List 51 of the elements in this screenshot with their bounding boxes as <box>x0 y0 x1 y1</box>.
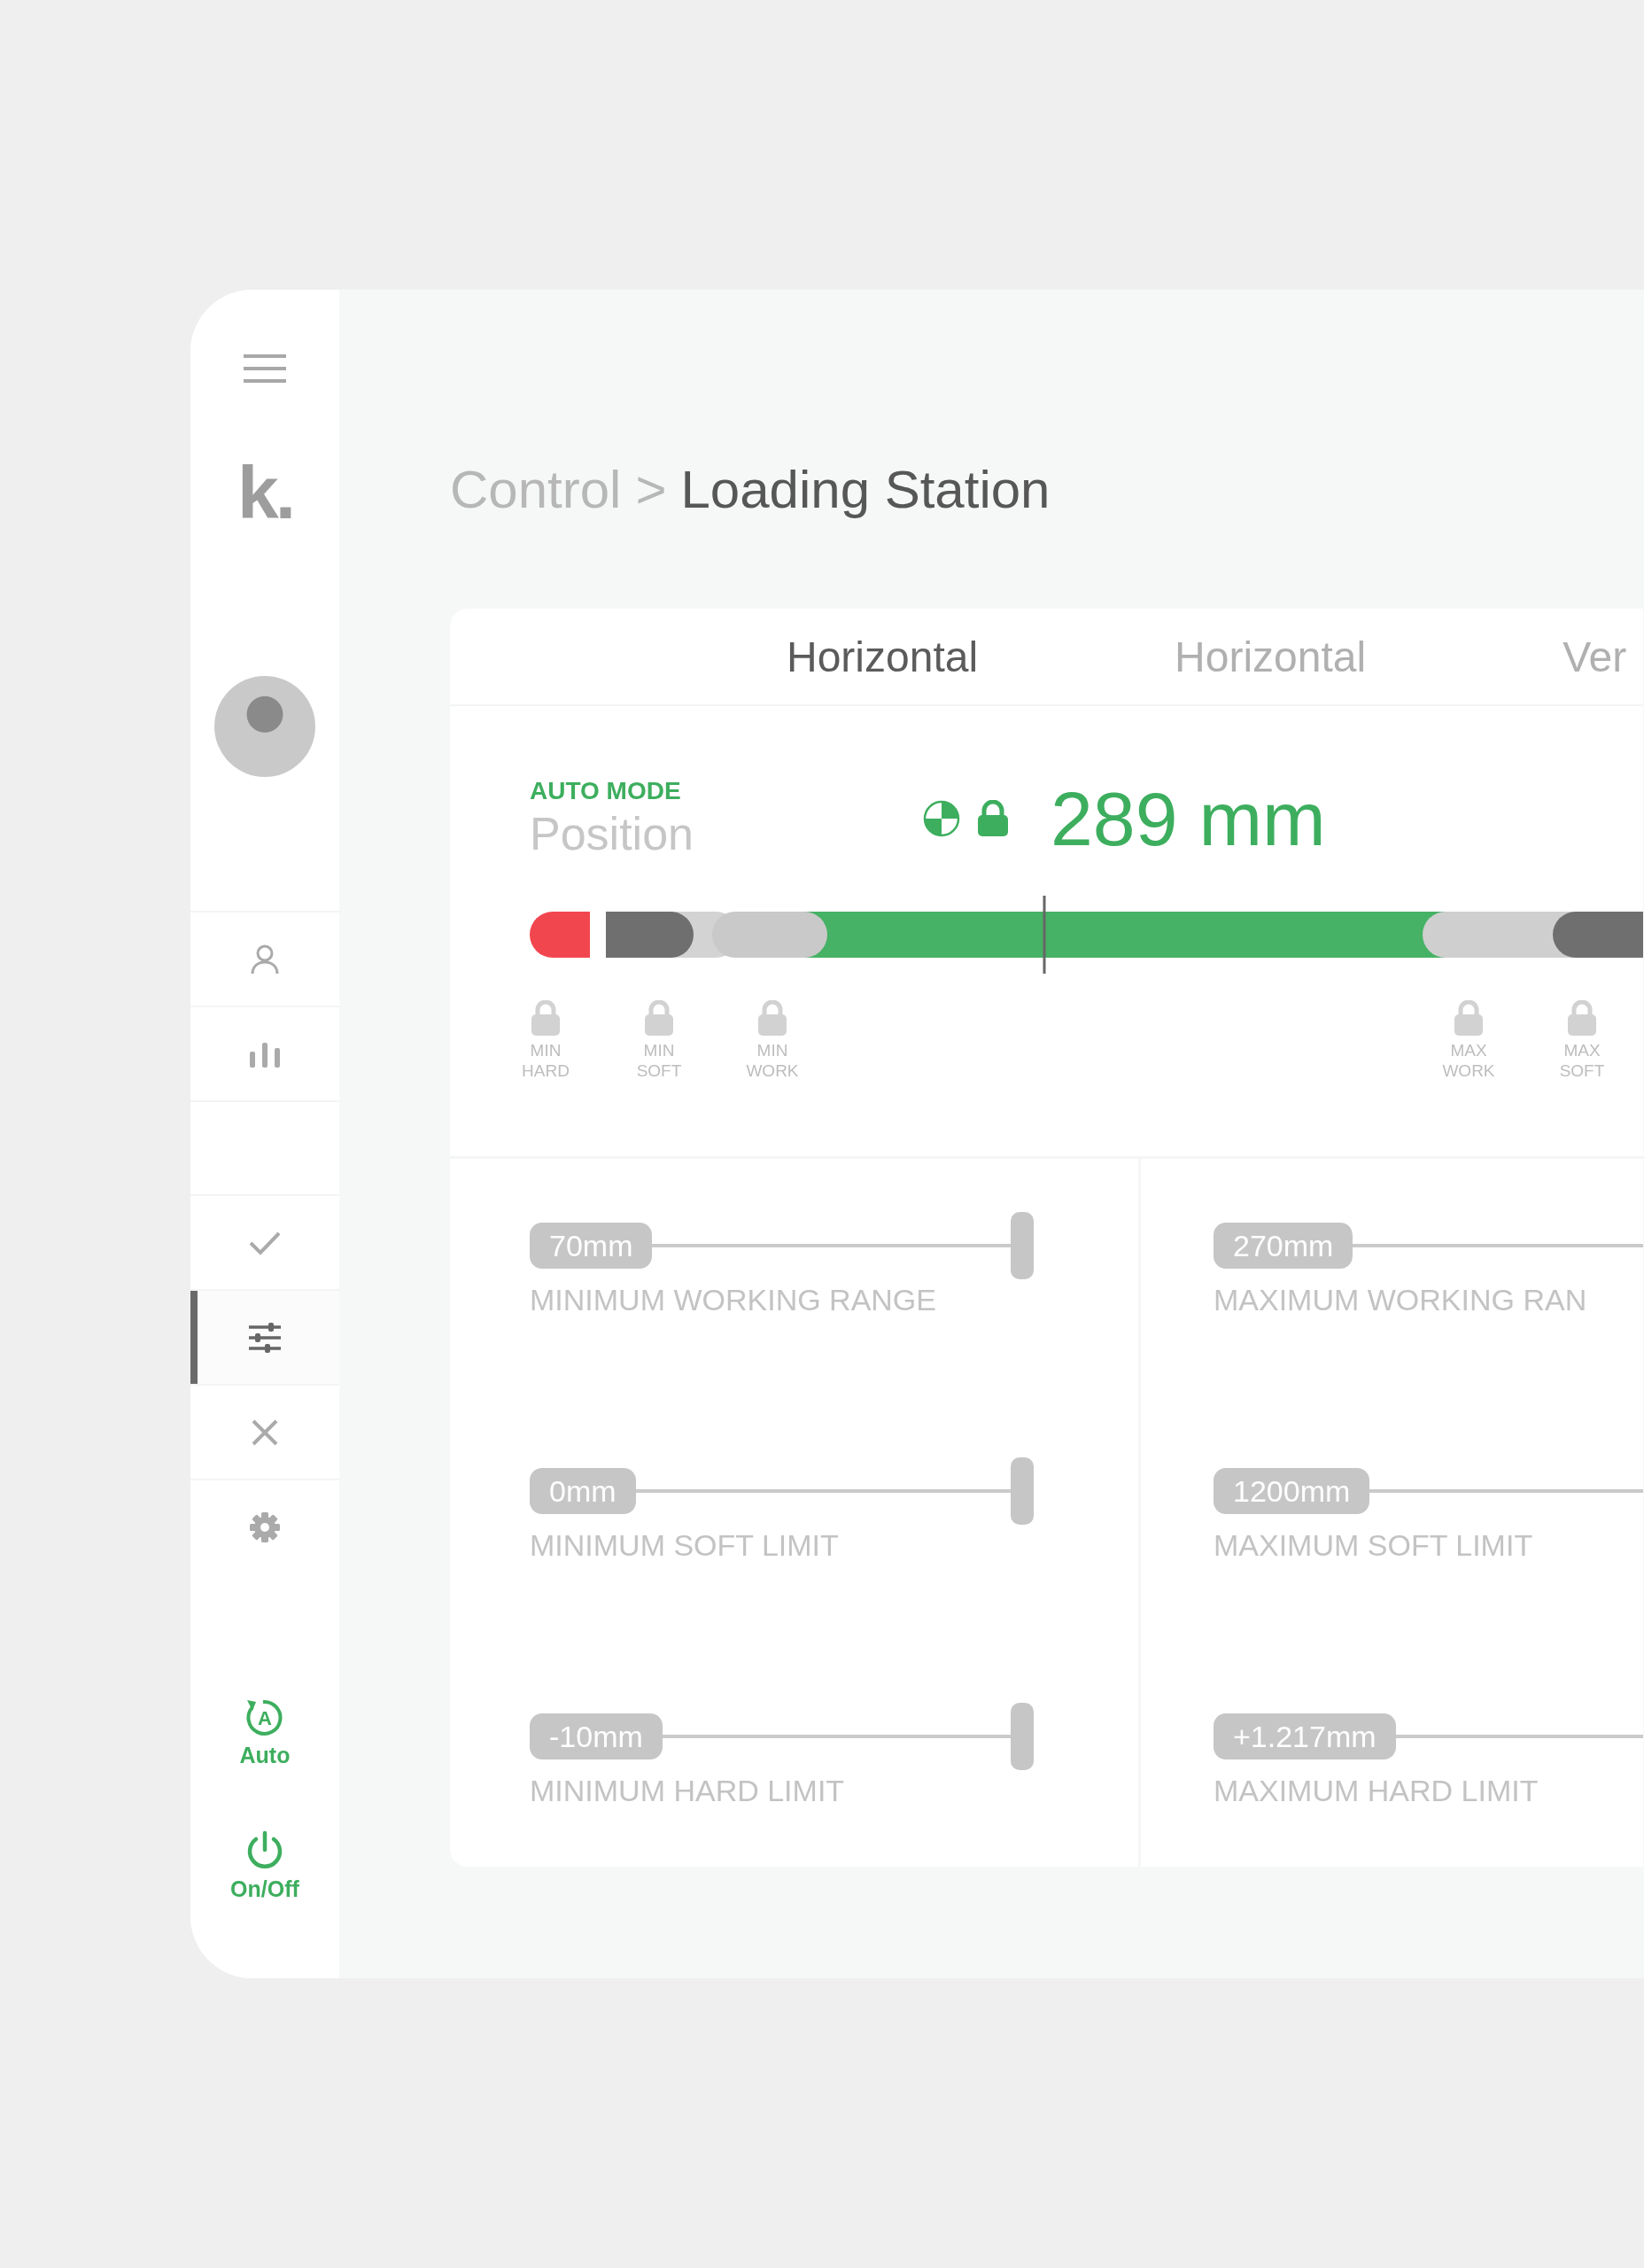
slider-track[interactable] <box>652 1212 1034 1279</box>
lock-icon <box>756 1000 788 1036</box>
power-icon <box>245 1830 284 1871</box>
setting-label: MAXIMUM HARD LIMIT <box>1214 1774 1539 1808</box>
position-label: Position <box>530 807 694 860</box>
setting-label: MINIMUM HARD LIMIT <box>530 1774 846 1808</box>
position-value: 289 mm <box>1051 781 1326 857</box>
breadcrumb-parent-link[interactable]: Control <box>450 454 622 525</box>
menu-icon[interactable] <box>242 353 288 384</box>
setting-label: MINIMUM SOFT LIMIT <box>530 1528 840 1563</box>
limit-label: MIN SOFT <box>636 1041 682 1082</box>
value-badge: 70mm <box>530 1223 653 1269</box>
sliders-icon <box>247 1322 283 1353</box>
value-badge: -10mm <box>530 1713 663 1759</box>
limit-label: MIN HARD <box>522 1041 570 1082</box>
slider-handle[interactable] <box>1011 1457 1034 1525</box>
auto-mode-button[interactable]: A Auto <box>239 1697 291 1768</box>
slider-handle[interactable] <box>1011 1703 1034 1770</box>
axis-tab[interactable]: Ver <box>1563 632 1627 681</box>
lock-icon <box>530 1000 562 1036</box>
value-badge: 270mm <box>1214 1223 1353 1269</box>
limit-label: MAX SOFT <box>1559 1041 1605 1082</box>
limit-label: MAX WORK <box>1442 1041 1495 1082</box>
slider-handle[interactable] <box>1011 1212 1034 1279</box>
logo: k. <box>237 455 293 530</box>
lock-icon <box>1566 1000 1598 1036</box>
setting-label: MINIMUM WORKING RANGE <box>530 1283 937 1317</box>
page-title: Loading Station <box>680 459 1051 521</box>
setting-label: MAXIMUM SOFT LIMIT <box>1214 1528 1534 1563</box>
limit-label: MIN WORK <box>746 1041 799 1082</box>
settings-icon <box>249 1511 281 1543</box>
check-icon <box>248 1230 282 1255</box>
close-icon <box>251 1418 279 1447</box>
axis-tab[interactable]: Horizontal <box>1175 632 1367 681</box>
mode-label: AUTO MODE <box>530 777 682 805</box>
axis-tab[interactable]: Horizontal <box>787 632 979 681</box>
calibration-target-icon <box>923 800 960 837</box>
lock-icon <box>643 1000 675 1036</box>
value-badge: 0mm <box>530 1468 636 1514</box>
hard-limit-bar <box>530 912 590 958</box>
value-badge: +1.217mm <box>1214 1713 1396 1759</box>
slider-track[interactable] <box>662 1703 1034 1770</box>
user-icon <box>250 943 280 975</box>
lock-icon <box>1453 1000 1485 1036</box>
setting-label: MAXIMUM WORKING RAN <box>1214 1283 1588 1317</box>
breadcrumb-separator: > <box>635 459 667 521</box>
nav-item[interactable] <box>190 1289 339 1384</box>
bar-chart-icon <box>248 1040 282 1068</box>
value-badge: 1200mm <box>1214 1468 1370 1514</box>
power-button[interactable]: On/Off <box>230 1830 299 1902</box>
slider-track[interactable] <box>635 1457 1034 1525</box>
